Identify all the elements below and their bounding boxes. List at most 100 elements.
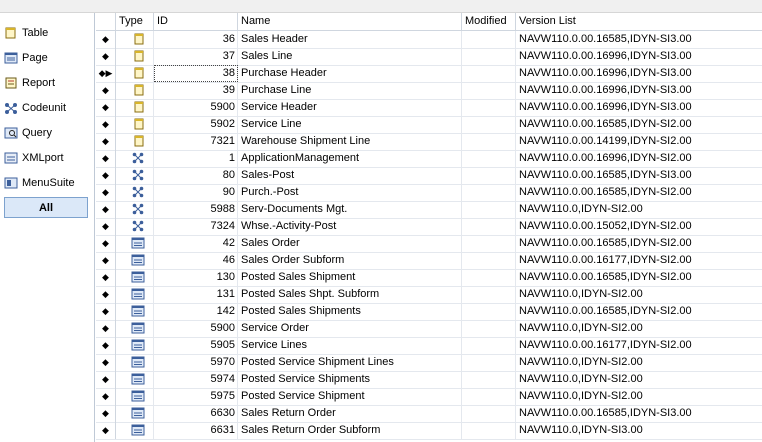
version-list-cell[interactable]: NAVW110.0,IDYN-SI3.00 xyxy=(516,422,762,439)
sidebar-item-report[interactable]: Report xyxy=(4,73,88,92)
version-list-cell[interactable]: NAVW110.0,IDYN-SI2.00 xyxy=(516,388,762,405)
name-cell[interactable]: Posted Service Shipment Lines xyxy=(238,354,462,371)
id-cell[interactable]: 142 xyxy=(154,303,238,320)
version-list-cell[interactable]: NAVW110.0,IDYN-SI2.00 xyxy=(516,354,762,371)
version-list-cell[interactable]: NAVW110.0,IDYN-SI2.00 xyxy=(516,286,762,303)
modified-cell[interactable] xyxy=(462,65,516,82)
row-selector[interactable]: ◆ xyxy=(96,269,116,286)
id-cell[interactable]: 6631 xyxy=(154,422,238,439)
id-cell[interactable]: 42 xyxy=(154,235,238,252)
id-cell[interactable]: 7324 xyxy=(154,218,238,235)
modified-cell[interactable] xyxy=(462,405,516,422)
row-selector[interactable]: ◆ xyxy=(96,167,116,184)
row-selector[interactable]: ◆ xyxy=(96,303,116,320)
row-selector[interactable]: ◆ xyxy=(96,31,116,48)
table-row[interactable]: ◆ 5902 Service Line NAVW110.0.00.16585,IDYN… xyxy=(96,116,762,134)
name-cell[interactable]: Posted Sales Shpt. Subform xyxy=(238,286,462,303)
table-row[interactable]: ◆ 39 Purchase Line NAVW110.0.00.16996,IDYN-… xyxy=(96,82,762,100)
sidebar-item-all[interactable]: All xyxy=(4,197,88,218)
modified-cell[interactable] xyxy=(462,133,516,150)
header-name[interactable]: Name xyxy=(238,13,462,30)
table-row[interactable]: ◆ 90 Purch.-Post NAVW110.0.00.16585,IDYN-SI… xyxy=(96,184,762,202)
name-cell[interactable]: Purchase Line xyxy=(238,82,462,99)
modified-cell[interactable] xyxy=(462,150,516,167)
version-list-cell[interactable]: NAVW110.0.00.16585,IDYN-SI3.00 xyxy=(516,31,762,48)
version-list-cell[interactable]: NAVW110.0.00.16585,IDYN-SI2.00 xyxy=(516,303,762,320)
row-selector[interactable]: ◆ xyxy=(96,354,116,371)
row-selector[interactable]: ◆ xyxy=(96,337,116,354)
table-row[interactable]: ◆ 42 Sales Order NAVW110.0.00.16585,IDYN-SI… xyxy=(96,235,762,253)
version-list-cell[interactable]: NAVW110.0.00.16996,IDYN-SI3.00 xyxy=(516,82,762,99)
name-cell[interactable]: Warehouse Shipment Line xyxy=(238,133,462,150)
name-cell[interactable]: Posted Sales Shipments xyxy=(238,303,462,320)
header-version-list[interactable]: Version List xyxy=(516,13,762,30)
id-cell[interactable]: 5900 xyxy=(154,320,238,337)
table-row[interactable]: ◆ 5988 Serv-Documents Mgt. NAVW110.0,IDYN-S… xyxy=(96,201,762,219)
name-cell[interactable]: Posted Sales Shipment xyxy=(238,269,462,286)
row-selector[interactable]: ◆ xyxy=(96,371,116,388)
modified-cell[interactable] xyxy=(462,201,516,218)
version-list-cell[interactable]: NAVW110.0.00.16177,IDYN-SI2.00 xyxy=(516,337,762,354)
row-selector[interactable]: ◆ xyxy=(96,405,116,422)
table-row[interactable]: ◆ 46 Sales Order Subform NAVW110.0.00.16177… xyxy=(96,252,762,270)
header-modified[interactable]: Modified xyxy=(462,13,516,30)
table-row[interactable]: ◆ 7324 Whse.-Activity-Post NAVW110.0.00.150… xyxy=(96,218,762,236)
modified-cell[interactable] xyxy=(462,337,516,354)
sidebar-item-xmlport[interactable]: XMLport xyxy=(4,148,88,167)
modified-cell[interactable] xyxy=(462,388,516,405)
version-list-cell[interactable]: NAVW110.0,IDYN-SI2.00 xyxy=(516,201,762,218)
name-cell[interactable]: Sales Line xyxy=(238,48,462,65)
table-row[interactable]: ◆ 5970 Posted Service Shipment Lines NAVW11… xyxy=(96,354,762,372)
table-row[interactable]: ◆ 36 Sales Header NAVW110.0.00.16585,IDYN-S… xyxy=(96,31,762,49)
row-selector[interactable]: ◆ xyxy=(96,48,116,65)
name-cell[interactable]: Purchase Header xyxy=(238,65,462,82)
name-cell[interactable]: Sales Return Order Subform xyxy=(238,422,462,439)
id-cell[interactable]: 5975 xyxy=(154,388,238,405)
modified-cell[interactable] xyxy=(462,116,516,133)
name-cell[interactable]: Sales-Post xyxy=(238,167,462,184)
version-list-cell[interactable]: NAVW110.0.00.16996,IDYN-SI2.00 xyxy=(516,150,762,167)
table-row[interactable]: ◆ 131 Posted Sales Shpt. Subform NAVW110.0,… xyxy=(96,286,762,304)
id-cell[interactable]: 90 xyxy=(154,184,238,201)
table-row[interactable]: ◆ 37 Sales Line NAVW110.0.00.16996,IDYN-SI3… xyxy=(96,48,762,66)
id-cell[interactable]: 46 xyxy=(154,252,238,269)
version-list-cell[interactable]: NAVW110.0.00.16996,IDYN-SI3.00 xyxy=(516,65,762,82)
row-selector[interactable]: ◆ xyxy=(96,235,116,252)
modified-cell[interactable] xyxy=(462,184,516,201)
name-cell[interactable]: Sales Return Order xyxy=(238,405,462,422)
row-selector[interactable]: ◆ xyxy=(96,184,116,201)
id-cell[interactable]: 37 xyxy=(154,48,238,65)
id-cell[interactable]: 6630 xyxy=(154,405,238,422)
id-cell[interactable]: 5902 xyxy=(154,116,238,133)
table-row[interactable]: ◆ 5900 Service Order NAVW110.0,IDYN-SI2.00 xyxy=(96,320,762,338)
row-selector[interactable]: ◆ xyxy=(96,218,116,235)
modified-cell[interactable] xyxy=(462,218,516,235)
version-list-cell[interactable]: NAVW110.0.00.16585,IDYN-SI2.00 xyxy=(516,269,762,286)
table-row[interactable]: ◆ 1 ApplicationManagement NAVW110.0.00.1699… xyxy=(96,150,762,168)
id-cell[interactable]: 5988 xyxy=(154,201,238,218)
sidebar-item-codeunit[interactable]: Codeunit xyxy=(4,98,88,117)
id-cell[interactable]: 7321 xyxy=(154,133,238,150)
name-cell[interactable]: Service Lines xyxy=(238,337,462,354)
modified-cell[interactable] xyxy=(462,31,516,48)
row-selector[interactable]: ◆ xyxy=(96,388,116,405)
row-selector[interactable]: ◆ xyxy=(96,252,116,269)
id-cell[interactable]: 36 xyxy=(154,31,238,48)
row-selector[interactable]: ◆ xyxy=(96,150,116,167)
table-row[interactable]: ◆ 5975 Posted Service Shipment NAVW110.0,ID… xyxy=(96,388,762,406)
modified-cell[interactable] xyxy=(462,320,516,337)
header-id[interactable]: ID xyxy=(154,13,238,30)
name-cell[interactable]: Posted Service Shipments xyxy=(238,371,462,388)
id-cell[interactable]: 131 xyxy=(154,286,238,303)
sidebar-item-table[interactable]: Table xyxy=(4,23,88,42)
row-selector[interactable]: ◆ xyxy=(96,82,116,99)
version-list-cell[interactable]: NAVW110.0.00.16585,IDYN-SI2.00 xyxy=(516,235,762,252)
table-row[interactable]: ◆ 7321 Warehouse Shipment Line NAVW110.0.00… xyxy=(96,133,762,151)
id-cell[interactable]: 5905 xyxy=(154,337,238,354)
modified-cell[interactable] xyxy=(462,235,516,252)
name-cell[interactable]: Purch.-Post xyxy=(238,184,462,201)
table-row[interactable]: ◆ 5905 Service Lines NAVW110.0.00.16177,IDY… xyxy=(96,337,762,355)
id-cell[interactable]: 38 xyxy=(154,65,238,82)
modified-cell[interactable] xyxy=(462,48,516,65)
table-row[interactable]: ◆ 5900 Service Header NAVW110.0.00.16996,ID… xyxy=(96,99,762,117)
